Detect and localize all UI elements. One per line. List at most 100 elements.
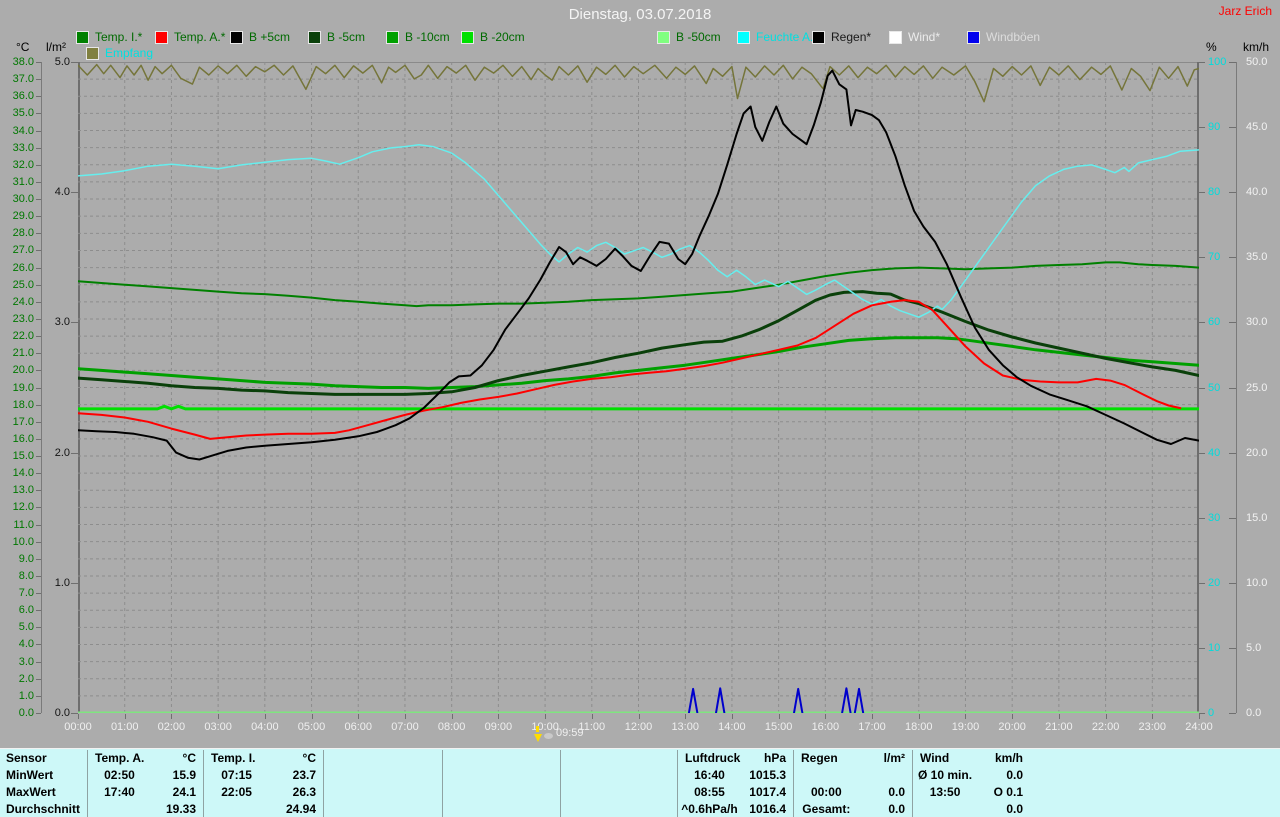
axis-tick [36, 713, 41, 714]
axis-tick [71, 583, 78, 584]
table-cell-time: 00:00 [793, 784, 860, 801]
legend-item-temp-i[interactable]: Temp. I.* [76, 30, 142, 44]
series-temp-a [78, 300, 1180, 439]
axis-tick [1199, 192, 1205, 193]
temp-axis-label: 5.0 [2, 620, 34, 634]
unit-rain: l/m² [46, 40, 66, 54]
time-axis-label: 15:00 [759, 721, 799, 733]
legend-item-empfang[interactable]: Empfang [86, 46, 153, 60]
axis-tick [1229, 257, 1236, 258]
series-windb-en [794, 689, 802, 713]
table-column-title: Regen [793, 750, 838, 767]
weather-app-window: Dienstag, 03.07.2018 Jarz Erich Temp. I.… [0, 0, 1280, 817]
time-axis-label: 20:00 [992, 721, 1032, 733]
series-b-5cm [78, 292, 1199, 395]
temp-axis-label: 4.0 [2, 637, 34, 651]
table-cell-time: 02:50 [87, 767, 152, 784]
temp-axis-label: 27.0 [2, 243, 34, 257]
legend-item-b-5cm[interactable]: B -5cm [308, 30, 365, 44]
time-axis-label: 14:00 [712, 721, 752, 733]
time-marker: 09:59 [533, 726, 584, 740]
legend-label: B +5cm [249, 30, 290, 44]
table-cell-value: 0.0 [860, 801, 912, 817]
temp-axis-label: 34.0 [2, 124, 34, 138]
table-row-label: MaxWert [0, 784, 87, 801]
table-cell-time: 17:40 [87, 784, 152, 801]
axis-tick [1229, 322, 1236, 323]
axis-tick [1199, 127, 1205, 128]
legend-swatch-icon [812, 31, 825, 44]
table-row-label: MinWert [0, 767, 87, 784]
axis-tick [71, 322, 78, 323]
axis-tick [1199, 648, 1205, 649]
time-tick [1059, 714, 1060, 719]
legend-swatch-icon [308, 31, 321, 44]
table-cell-value: 26.3 [270, 784, 323, 801]
temp-axis-label: 32.0 [2, 158, 34, 172]
axis-tick [71, 453, 78, 454]
table-cell-time: 22:05 [203, 784, 270, 801]
legend-item-b-50cm[interactable]: B -50cm [657, 30, 721, 44]
table-cell-time: ^0.6hPa/h [677, 801, 742, 817]
legend-item-b-10cm[interactable]: B -10cm [386, 30, 450, 44]
table-cell-time: Ø 10 min. [912, 767, 978, 784]
legend-label: Feuchte A.* [756, 30, 818, 44]
table-cell-value: 23.7 [270, 767, 323, 784]
series-windb-en [855, 689, 863, 713]
time-axis-label: 04:00 [245, 721, 285, 733]
legend-item-temp-a[interactable]: Temp. A.* [155, 30, 225, 44]
time-axis-label: 12:00 [619, 721, 659, 733]
time-axis-label: 23:00 [1132, 721, 1172, 733]
rain-axis-label: 0.0 [44, 706, 70, 720]
time-tick [732, 714, 733, 719]
table-column-temp-a: Temp. A.°C02:5015.917:4024.119.33 [87, 750, 203, 817]
legend-swatch-icon [657, 31, 670, 44]
statistics-table: SensorMinWertMaxWertDurchschnittTemp. A.… [0, 748, 1280, 817]
table-column-temp-i: Temp. I.°C07:1523.722:0526.324.94 [203, 750, 323, 817]
table-column-empty-2 [323, 750, 442, 817]
time-tick [1152, 714, 1153, 719]
temp-axis-label: 36.0 [2, 89, 34, 103]
axis-tick [1199, 583, 1205, 584]
time-axis-label: 19:00 [945, 721, 985, 733]
time-axis-label: 02:00 [151, 721, 191, 733]
axis-tick [1199, 453, 1205, 454]
temp-axis-label: 13.0 [2, 483, 34, 497]
table-column-regen: Regenl/m²00:000.0Gesamt:0.0 [793, 750, 912, 817]
temp-axis-label: 25.0 [2, 278, 34, 292]
table-column-unit: °C [255, 750, 323, 767]
unit-humidity: % [1206, 40, 1217, 54]
legend-item-regen[interactable]: Regen* [812, 30, 871, 44]
axis-tick [1199, 62, 1205, 63]
legend-item-b-20cm[interactable]: B -20cm [461, 30, 525, 44]
temp-axis-label: 8.0 [2, 569, 34, 583]
temp-axis-label: 33.0 [2, 141, 34, 155]
table-row-label: Sensor [0, 750, 87, 767]
page-title: Dienstag, 03.07.2018 [0, 6, 1280, 23]
wind-axis-label: 5.0 [1246, 641, 1278, 655]
axis-tick [1229, 648, 1236, 649]
legend-item-wind[interactable]: Wind* [889, 30, 940, 44]
axis-tick [1199, 518, 1205, 519]
legend-item-feuchte-a[interactable]: Feuchte A.* [737, 30, 818, 44]
temp-axis-label: 21.0 [2, 346, 34, 360]
unit-wind: km/h [1243, 40, 1269, 54]
wind-axis-label: 25.0 [1246, 381, 1278, 395]
wind-axis-label: 35.0 [1246, 250, 1278, 264]
table-cell-value: 0.0 [860, 784, 912, 801]
legend-label: B -5cm [327, 30, 365, 44]
legend-swatch-icon [967, 31, 980, 44]
wind-axis-label: 20.0 [1246, 446, 1278, 460]
temp-axis-label: 15.0 [2, 449, 34, 463]
temp-axis-label: 31.0 [2, 175, 34, 189]
marker-time-label: 09:59 [556, 727, 584, 739]
legend-item-windb-en[interactable]: Windböen [967, 30, 1040, 44]
time-tick [78, 714, 79, 719]
legend-item-b-5cm[interactable]: B +5cm [230, 30, 290, 44]
rain-axis-label: 2.0 [44, 446, 70, 460]
time-tick [452, 714, 453, 719]
axis-tick [1199, 388, 1205, 389]
time-axis-label: 03:00 [198, 721, 238, 733]
legend-swatch-icon [76, 31, 89, 44]
table-cell-value: 15.9 [152, 767, 203, 784]
